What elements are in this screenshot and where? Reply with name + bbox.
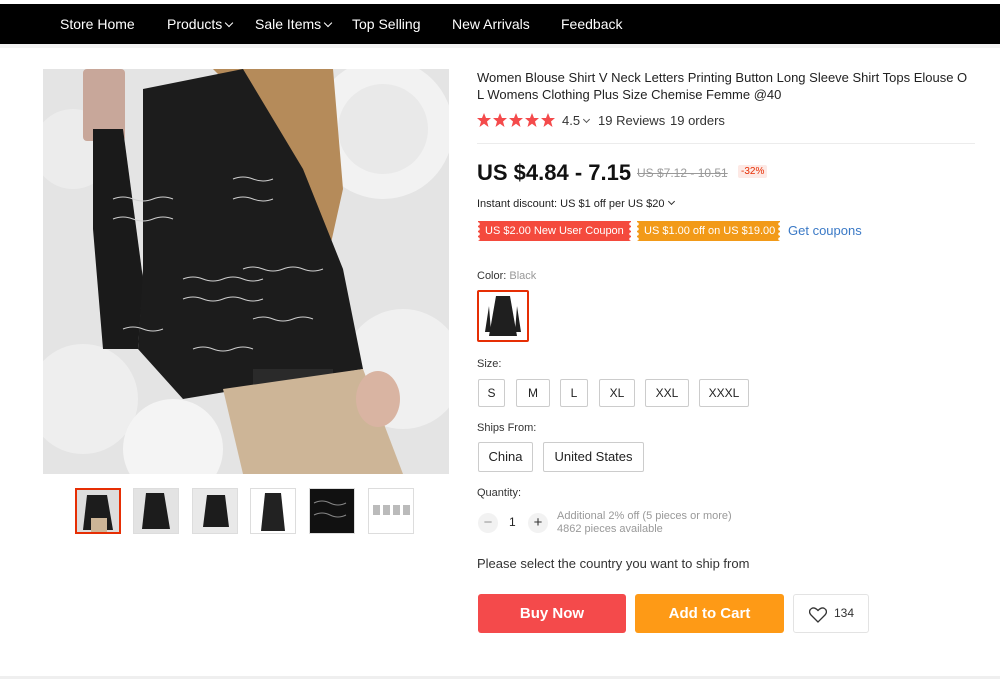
product-photo [43, 69, 449, 474]
thumbnail-image [134, 489, 178, 533]
size-option-xxxl[interactable]: XXXL [699, 379, 749, 407]
nav-new-arrivals[interactable]: New Arrivals [452, 4, 530, 44]
color-value: Black [509, 270, 537, 282]
thumbnail-image [77, 490, 119, 532]
original-price: US $7.12 - 10.51 [637, 166, 728, 180]
product-main-image[interactable] [43, 69, 449, 474]
wishlist-count: 134 [834, 606, 855, 620]
stock-available: 4862 pieces available [557, 523, 663, 535]
reviews-link[interactable]: 19 Reviews [598, 113, 665, 128]
nav-label: Top Selling [352, 16, 421, 32]
size-label: Size: [477, 358, 502, 370]
thumbnail-4[interactable] [250, 488, 296, 534]
nav-label: Sale Items [255, 16, 322, 32]
color-label-text: Color: [477, 270, 507, 282]
size-option-xxl[interactable]: XXL [645, 379, 689, 407]
nav-label: New Arrivals [452, 16, 530, 32]
color-label: Color: Black [477, 270, 536, 282]
discount-badge: -32% [738, 165, 768, 178]
thumbnail-6[interactable] [368, 488, 414, 534]
ships-from-united-states[interactable]: United States [543, 442, 644, 472]
add-to-cart-button[interactable]: Add to Cart [635, 594, 784, 633]
chevron-down-icon [667, 197, 675, 206]
store-nav-bar: Store Home Products Sale Items Top Selli… [0, 4, 1000, 44]
nav-shadow [0, 44, 1000, 48]
rating-stars-icon [477, 113, 555, 127]
size-option-s[interactable]: S [478, 379, 505, 407]
wishlist-button[interactable]: 134 [793, 594, 869, 633]
nav-store-home[interactable]: Store Home [60, 4, 135, 44]
quantity-decrease-button[interactable]: − [478, 513, 498, 533]
nav-products[interactable]: Products [167, 4, 234, 44]
quantity-note: Additional 2% off (5 pieces or more) 486… [557, 510, 732, 536]
quantity-label: Quantity: [477, 487, 522, 499]
get-coupons-link[interactable]: Get coupons [788, 223, 862, 238]
buy-now-button[interactable]: Buy Now [478, 594, 626, 633]
instant-discount-text: Instant discount: US $1 off per US $20 [477, 198, 665, 210]
size-option-xl[interactable]: XL [599, 379, 635, 407]
thumbnail-2[interactable] [133, 488, 179, 534]
nav-label: Products [167, 16, 223, 32]
orders-count: 19 orders [670, 113, 725, 128]
nav-top-selling[interactable]: Top Selling [352, 4, 421, 44]
price-range: US $4.84 - 7.15 [477, 160, 632, 185]
thumbnail-image [251, 489, 295, 533]
heart-icon [809, 607, 827, 623]
swatch-image [479, 292, 527, 340]
size-option-l[interactable]: L [560, 379, 588, 407]
nav-sale-items[interactable]: Sale Items [255, 4, 333, 44]
chevron-down-icon [225, 18, 234, 28]
nav-label: Store Home [60, 16, 135, 32]
thumbnail-1[interactable] [75, 488, 121, 534]
nav-label: Feedback [561, 16, 623, 32]
ships-from-label: Ships From: [477, 422, 537, 434]
quantity-value[interactable]: 1 [509, 515, 516, 529]
size-option-m[interactable]: M [516, 379, 550, 407]
quantity-increase-button[interactable]: + [528, 513, 548, 533]
bulk-discount-note: Additional 2% off (5 pieces or more) [557, 510, 732, 522]
nav-feedback[interactable]: Feedback [561, 4, 622, 44]
thumbnail-3[interactable] [192, 488, 238, 534]
chevron-down-icon [323, 18, 333, 28]
thumbnail-image [193, 489, 237, 533]
product-title: Women Blouse Shirt V Neck Letters Printi… [477, 70, 968, 102]
rating-value[interactable]: 4.5 [562, 113, 591, 128]
divider [477, 143, 975, 144]
rating-number: 4.5 [562, 113, 581, 128]
new-user-coupon[interactable]: US $2.00 New User Coupon [478, 221, 631, 241]
thumbnail-image [369, 489, 413, 533]
color-swatch-black[interactable] [477, 290, 529, 342]
instant-discount[interactable]: Instant discount: US $1 off per US $20 [477, 197, 675, 210]
chevron-down-icon [583, 115, 591, 124]
ships-from-china[interactable]: China [478, 442, 533, 472]
ship-from-message: Please select the country you want to sh… [477, 556, 750, 571]
store-coupon[interactable]: US $1.00 off on US $19.00 [637, 221, 780, 241]
thumbnail-5[interactable] [309, 488, 355, 534]
thumbnail-image [310, 489, 354, 533]
